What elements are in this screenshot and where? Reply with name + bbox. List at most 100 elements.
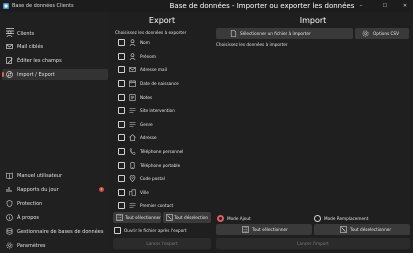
app-logo-icon	[3, 3, 9, 9]
export-instruction: Choisissez les données à exporter	[115, 30, 187, 35]
sidebar-item-import-export[interactable]: Import / Export	[2, 69, 108, 80]
list-icon	[129, 203, 136, 208]
export-field-phone-mobile[interactable]: Téléphone portable	[118, 160, 210, 172]
sidebar-item-label: Mail ciblés	[17, 44, 44, 50]
button-label: Tout sélectionner	[252, 227, 288, 232]
list-icon	[129, 108, 136, 113]
sidebar-item-label: Import / Export	[17, 72, 55, 78]
field-checkbox[interactable]	[118, 134, 125, 141]
field-checkbox[interactable]	[118, 107, 125, 114]
edit-icon	[6, 57, 13, 64]
field-label: Genre	[140, 122, 153, 127]
export-field-first-contact[interactable]: Premier contact	[118, 200, 210, 212]
export-field-postal-code[interactable]: Code postal	[118, 173, 210, 185]
person-icon	[129, 53, 136, 60]
sidebar-item-label: Gestionnaire de bases de données	[17, 229, 104, 235]
field-checkbox[interactable]	[118, 175, 125, 182]
sidebar-item-manual[interactable]: Manuel utilisateur	[2, 170, 108, 181]
field-label: Adresse mail	[140, 67, 167, 72]
field-checkbox[interactable]	[118, 121, 125, 128]
button-label: Lancer l'import	[297, 241, 329, 246]
sidebar-item-edit-fields[interactable]: Éditer les champs	[2, 55, 108, 66]
sidebar-item-reports[interactable]: Rapports du jour 1	[2, 184, 108, 195]
person-icon	[6, 30, 13, 37]
mode-replace-radio[interactable]	[314, 215, 321, 222]
sidebar-item-clients[interactable]: Clients	[2, 28, 108, 39]
mail-icon	[129, 67, 136, 72]
export-field-genre[interactable]: Genre	[118, 119, 210, 131]
field-checkbox[interactable]	[118, 53, 125, 60]
run-import-button[interactable]: Lancer l'import	[216, 238, 410, 249]
field-checkbox[interactable]	[118, 162, 125, 169]
button-label: Tout déselection	[174, 215, 209, 220]
deselect-all-icon	[340, 226, 347, 233]
import-deselect-all-button[interactable]: Tout déselectionner	[314, 224, 410, 235]
list-icon	[129, 122, 136, 127]
sidebar-item-label: Clients	[17, 31, 35, 37]
deselect-all-icon	[166, 214, 173, 221]
field-label: Site intervention	[140, 108, 175, 113]
window-title: Base de données Clients	[12, 3, 74, 9]
phone-icon	[130, 162, 135, 169]
sidebar-item-database-manager[interactable]: Gestionnaire de bases de données	[2, 226, 108, 237]
run-export-button[interactable]: Lancer l'export	[113, 238, 211, 249]
location-icon	[129, 175, 136, 182]
select-all-icon	[242, 226, 249, 233]
open-after-export-checkbox[interactable]	[114, 227, 121, 234]
field-checkbox[interactable]	[118, 66, 125, 73]
field-checkbox[interactable]	[118, 189, 125, 196]
field-checkbox[interactable]	[118, 80, 125, 87]
person-icon	[129, 39, 136, 46]
sidebar-item-label: À propos	[17, 215, 40, 221]
export-select-all-button[interactable]: Tout sélectionner	[113, 212, 161, 223]
field-checkbox[interactable]	[118, 39, 125, 46]
selection-indicator	[2, 72, 4, 77]
select-all-icon	[116, 214, 123, 221]
export-field-birthdate[interactable]: Date de naissance	[118, 78, 210, 90]
field-label: Prénom	[140, 54, 156, 59]
field-checkbox[interactable]	[118, 148, 125, 155]
csv-options-button[interactable]: Options CSV	[355, 28, 409, 39]
export-field-phone-personal[interactable]: Téléphone personnel	[118, 146, 210, 158]
home-icon	[129, 134, 136, 141]
import-instruction: Choisissez les données à importer	[216, 42, 288, 47]
sidebar-item-about[interactable]: À propos	[2, 212, 108, 223]
info-icon	[6, 214, 13, 221]
button-label: Sélectionner un fichier à importer	[240, 31, 311, 36]
database-icon	[6, 228, 13, 235]
import-title: Import	[299, 16, 327, 25]
export-field-site[interactable]: Site intervention	[118, 105, 210, 117]
export-field-notes[interactable]: Notes	[118, 92, 210, 104]
sidebar: Clients Mail ciblés Éditer les champs Im…	[0, 12, 109, 253]
gear-icon	[6, 242, 13, 249]
mode-add-label: Mode Ajout	[227, 216, 251, 221]
button-label: Options CSV	[373, 31, 399, 36]
phone-icon	[129, 148, 136, 155]
sidebar-item-protection[interactable]: Protection	[2, 198, 108, 209]
field-label: Nom	[140, 40, 150, 45]
export-title: Export	[148, 16, 176, 25]
import-select-all-button[interactable]: Tout sélectionner	[216, 224, 312, 235]
export-deselect-all-button[interactable]: Tout déselection	[163, 212, 211, 223]
export-field-prenom[interactable]: Prénom	[118, 51, 210, 63]
file-icon	[230, 30, 237, 37]
export-field-nom[interactable]: Nom	[118, 37, 210, 49]
export-field-email[interactable]: Adresse mail	[118, 64, 210, 76]
gear-icon	[362, 30, 369, 37]
field-label: Premier contact	[140, 203, 174, 208]
import-export-icon	[6, 71, 13, 78]
sidebar-item-settings[interactable]: Paramètres	[2, 240, 108, 251]
field-checkbox[interactable]	[118, 202, 125, 209]
field-checkbox[interactable]	[118, 94, 125, 101]
sidebar-item-mail[interactable]: Mail ciblés	[2, 41, 108, 52]
mode-replace-label: Mode Remplacement	[324, 216, 369, 221]
button-label: Tout sélectionner	[125, 215, 161, 220]
city-icon	[129, 189, 136, 196]
sidebar-item-label: Éditer les champs	[17, 58, 62, 64]
button-label: Tout déselectionner	[350, 227, 392, 232]
export-field-address[interactable]: Adresse	[118, 132, 210, 144]
field-label: Code postal	[140, 176, 165, 181]
select-import-file-button[interactable]: Sélectionner un fichier à importer	[216, 28, 353, 39]
mode-add-radio[interactable]	[217, 215, 224, 222]
export-field-city[interactable]: Ville	[118, 187, 210, 199]
